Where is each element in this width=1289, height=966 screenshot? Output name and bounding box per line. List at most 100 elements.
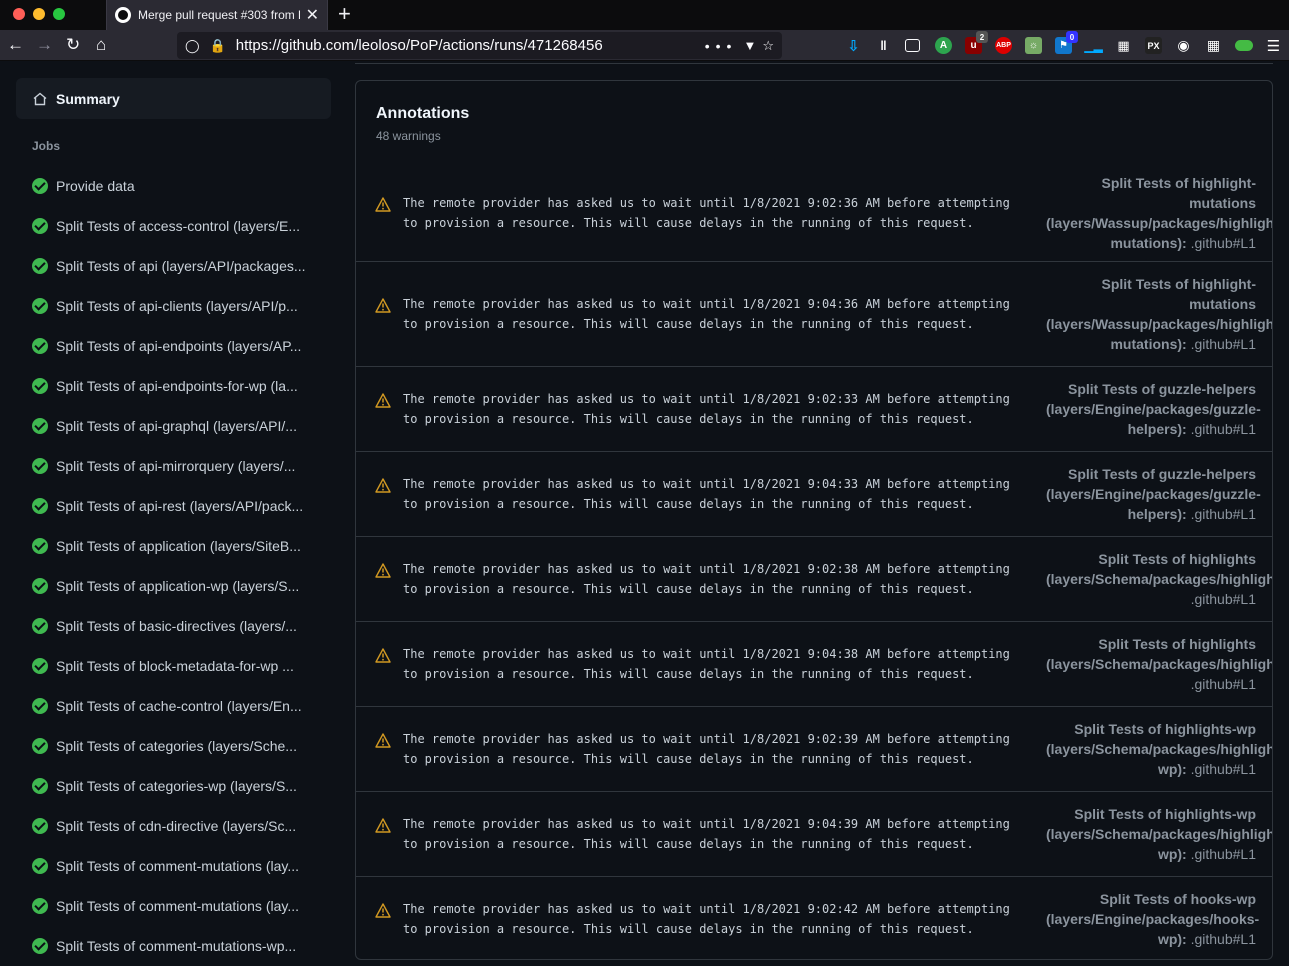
job-label: Split Tests of api-endpoints-for-wp (la.…: [56, 378, 298, 394]
library-icon[interactable]: ‖: [875, 37, 892, 54]
extension-fox-icon[interactable]: ☼: [1025, 37, 1042, 54]
check-circle-icon: [32, 538, 48, 554]
job-label: Provide data: [56, 178, 135, 194]
job-label: Split Tests of block-metadata-for-wp ...: [56, 658, 294, 674]
page-actions-icon[interactable]: •••: [705, 38, 738, 54]
job-label: Split Tests of cdn-directive (layers/Sc.…: [56, 818, 297, 834]
check-circle-icon: [32, 378, 48, 394]
job-item[interactable]: Split Tests of comment-mutations (lay...: [32, 886, 332, 926]
annotation-ref: .github#L1: [1186, 846, 1256, 862]
annotation-source: Split Tests of highlights (layers/Schema…: [1046, 636, 1273, 672]
annotation-source-link[interactable]: Split Tests of highlights-wp (layers/Sch…: [1046, 804, 1272, 864]
annotation-source-link[interactable]: Split Tests of highlights-wp (layers/Sch…: [1046, 719, 1272, 779]
browser-tab[interactable]: Merge pull request #303 from le ✕: [106, 0, 328, 30]
annotation-source-link[interactable]: Split Tests of highlight-mutations (laye…: [1046, 274, 1272, 354]
extension-px-icon[interactable]: PX: [1145, 37, 1162, 54]
url-input[interactable]: https://github.com/leoloso/PoP/actions/r…: [236, 37, 705, 54]
annotation-item: The remote provider has asked us to wait…: [356, 451, 1272, 536]
annotation-message: The remote provider has asked us to wait…: [403, 392, 1010, 426]
job-label: Split Tests of api-endpoints (layers/AP.…: [56, 338, 302, 354]
alert-icon: [375, 563, 391, 578]
menu-icon[interactable]: ☰: [1265, 37, 1282, 55]
extension-grid-icon[interactable]: ▦: [1115, 37, 1132, 54]
download-icon[interactable]: ⇩: [845, 37, 862, 55]
extension-bars-icon[interactable]: ▁▂: [1084, 37, 1102, 54]
annotation-source-link[interactable]: Split Tests of highlight-mutations (laye…: [1046, 173, 1272, 253]
annotation-source-link[interactable]: Split Tests of hooks-wp (layers/Engine/p…: [1046, 889, 1259, 949]
job-item[interactable]: Split Tests of comment-mutations-wp...: [32, 926, 332, 966]
job-label: Split Tests of comment-mutations (lay...: [56, 898, 300, 914]
annotations-header: Annotations 48 warnings: [356, 81, 1272, 162]
job-item[interactable]: Provide data: [32, 166, 332, 206]
summary-link[interactable]: Summary: [16, 78, 331, 119]
window-zoom-button[interactable]: [53, 8, 65, 20]
sidebar-toggle-icon[interactable]: [905, 39, 920, 52]
job-item[interactable]: Split Tests of api-mirrorquery (layers/.…: [32, 446, 332, 486]
job-item[interactable]: Split Tests of comment-mutations (lay...: [32, 846, 332, 886]
extension-apps-icon[interactable]: ▦: [1205, 37, 1222, 54]
job-item[interactable]: Split Tests of api (layers/API/packages.…: [32, 246, 332, 286]
shield-icon[interactable]: ◯: [185, 38, 200, 54]
annotation-message: The remote provider has asked us to wait…: [403, 647, 1010, 681]
job-label: Split Tests of categories (layers/Sche..…: [56, 738, 297, 754]
job-item[interactable]: Split Tests of categories-wp (layers/S..…: [32, 766, 332, 806]
annotations-panel: Annotations 48 warnings The remote provi…: [355, 80, 1273, 960]
annotation-source-link[interactable]: Split Tests of guzzle-helpers (layers/En…: [1046, 379, 1261, 439]
job-item[interactable]: Split Tests of api-graphql (layers/API/.…: [32, 406, 332, 446]
annotation-source-link[interactable]: Split Tests of highlights (layers/Schema…: [1046, 634, 1272, 694]
annotation-source-link[interactable]: Split Tests of guzzle-helpers (layers/En…: [1046, 464, 1261, 524]
forward-icon[interactable]: →: [36, 35, 53, 55]
job-item[interactable]: Split Tests of api-endpoints-for-wp (la.…: [32, 366, 332, 406]
back-icon[interactable]: ←: [7, 35, 24, 55]
annotation-item: The remote provider has asked us to wait…: [356, 876, 1272, 959]
lock-icon[interactable]: 🔒: [210, 38, 226, 54]
check-circle-icon: [32, 418, 48, 434]
jobs-heading: Jobs: [32, 139, 61, 153]
annotation-list: The remote provider has asked us to wait…: [356, 165, 1272, 959]
extension-a-icon[interactable]: A: [935, 37, 952, 54]
extension-toggle-icon[interactable]: [1235, 40, 1253, 51]
annotation-item: The remote provider has asked us to wait…: [356, 536, 1272, 621]
pocket-icon[interactable]: ▼: [743, 38, 756, 53]
check-circle-icon: [32, 258, 48, 274]
check-circle-icon: [32, 938, 48, 954]
job-item[interactable]: Split Tests of basic-directives (layers/…: [32, 606, 332, 646]
annotation-source-link[interactable]: Split Tests of highlights (layers/Schema…: [1046, 549, 1272, 609]
job-item[interactable]: Split Tests of api-endpoints (layers/AP.…: [32, 326, 332, 366]
window-minimize-button[interactable]: [33, 8, 45, 20]
check-circle-icon: [32, 658, 48, 674]
job-item[interactable]: Split Tests of api-clients (layers/API/p…: [32, 286, 332, 326]
job-item[interactable]: Split Tests of application-wp (layers/S.…: [32, 566, 332, 606]
job-item[interactable]: Split Tests of application (layers/SiteB…: [32, 526, 332, 566]
annotation-source: Split Tests of highlights (layers/Schema…: [1046, 551, 1273, 587]
new-tab-button[interactable]: +: [338, 3, 351, 25]
bookmark-star-icon[interactable]: ☆: [762, 38, 774, 54]
annotation-message: The remote provider has asked us to wait…: [403, 732, 1010, 766]
annotation-item: The remote provider has asked us to wait…: [356, 165, 1272, 261]
reload-icon[interactable]: ↻: [66, 35, 80, 55]
adblock-icon[interactable]: ABP: [995, 37, 1012, 54]
window-close-button[interactable]: [13, 8, 25, 20]
job-label: Split Tests of application (layers/SiteB…: [56, 538, 301, 554]
address-bar[interactable]: ◯ 🔒 https://github.com/leoloso/PoP/actio…: [177, 32, 782, 59]
extension-globe-icon[interactable]: ◉: [1175, 37, 1192, 54]
job-label: Split Tests of cache-control (layers/En.…: [56, 698, 302, 714]
check-circle-icon: [32, 458, 48, 474]
job-label: Split Tests of api (layers/API/packages.…: [56, 258, 306, 274]
annotation-ref: .github#L1: [1186, 421, 1256, 437]
tab-close-icon[interactable]: ✕: [306, 5, 319, 25]
job-item[interactable]: Split Tests of cdn-directive (layers/Sc.…: [32, 806, 332, 846]
job-label: Split Tests of comment-mutations (lay...: [56, 858, 300, 874]
alert-icon: [375, 298, 391, 313]
annotation-message: The remote provider has asked us to wait…: [403, 902, 1010, 936]
annotation-message: The remote provider has asked us to wait…: [403, 562, 1010, 596]
job-item[interactable]: Split Tests of categories (layers/Sche..…: [32, 726, 332, 766]
job-item[interactable]: Split Tests of api-rest (layers/API/pack…: [32, 486, 332, 526]
job-item[interactable]: Split Tests of block-metadata-for-wp ...: [32, 646, 332, 686]
job-item[interactable]: Split Tests of cache-control (layers/En.…: [32, 686, 332, 726]
browser-toolbar: ← → ↻ ⌂ ◯ 🔒 https://github.com/leoloso/P…: [0, 30, 1289, 61]
annotation-item: The remote provider has asked us to wait…: [356, 366, 1272, 451]
divider: [355, 61, 1273, 64]
job-item[interactable]: Split Tests of access-control (layers/E.…: [32, 206, 332, 246]
home-icon[interactable]: ⌂: [96, 35, 106, 55]
